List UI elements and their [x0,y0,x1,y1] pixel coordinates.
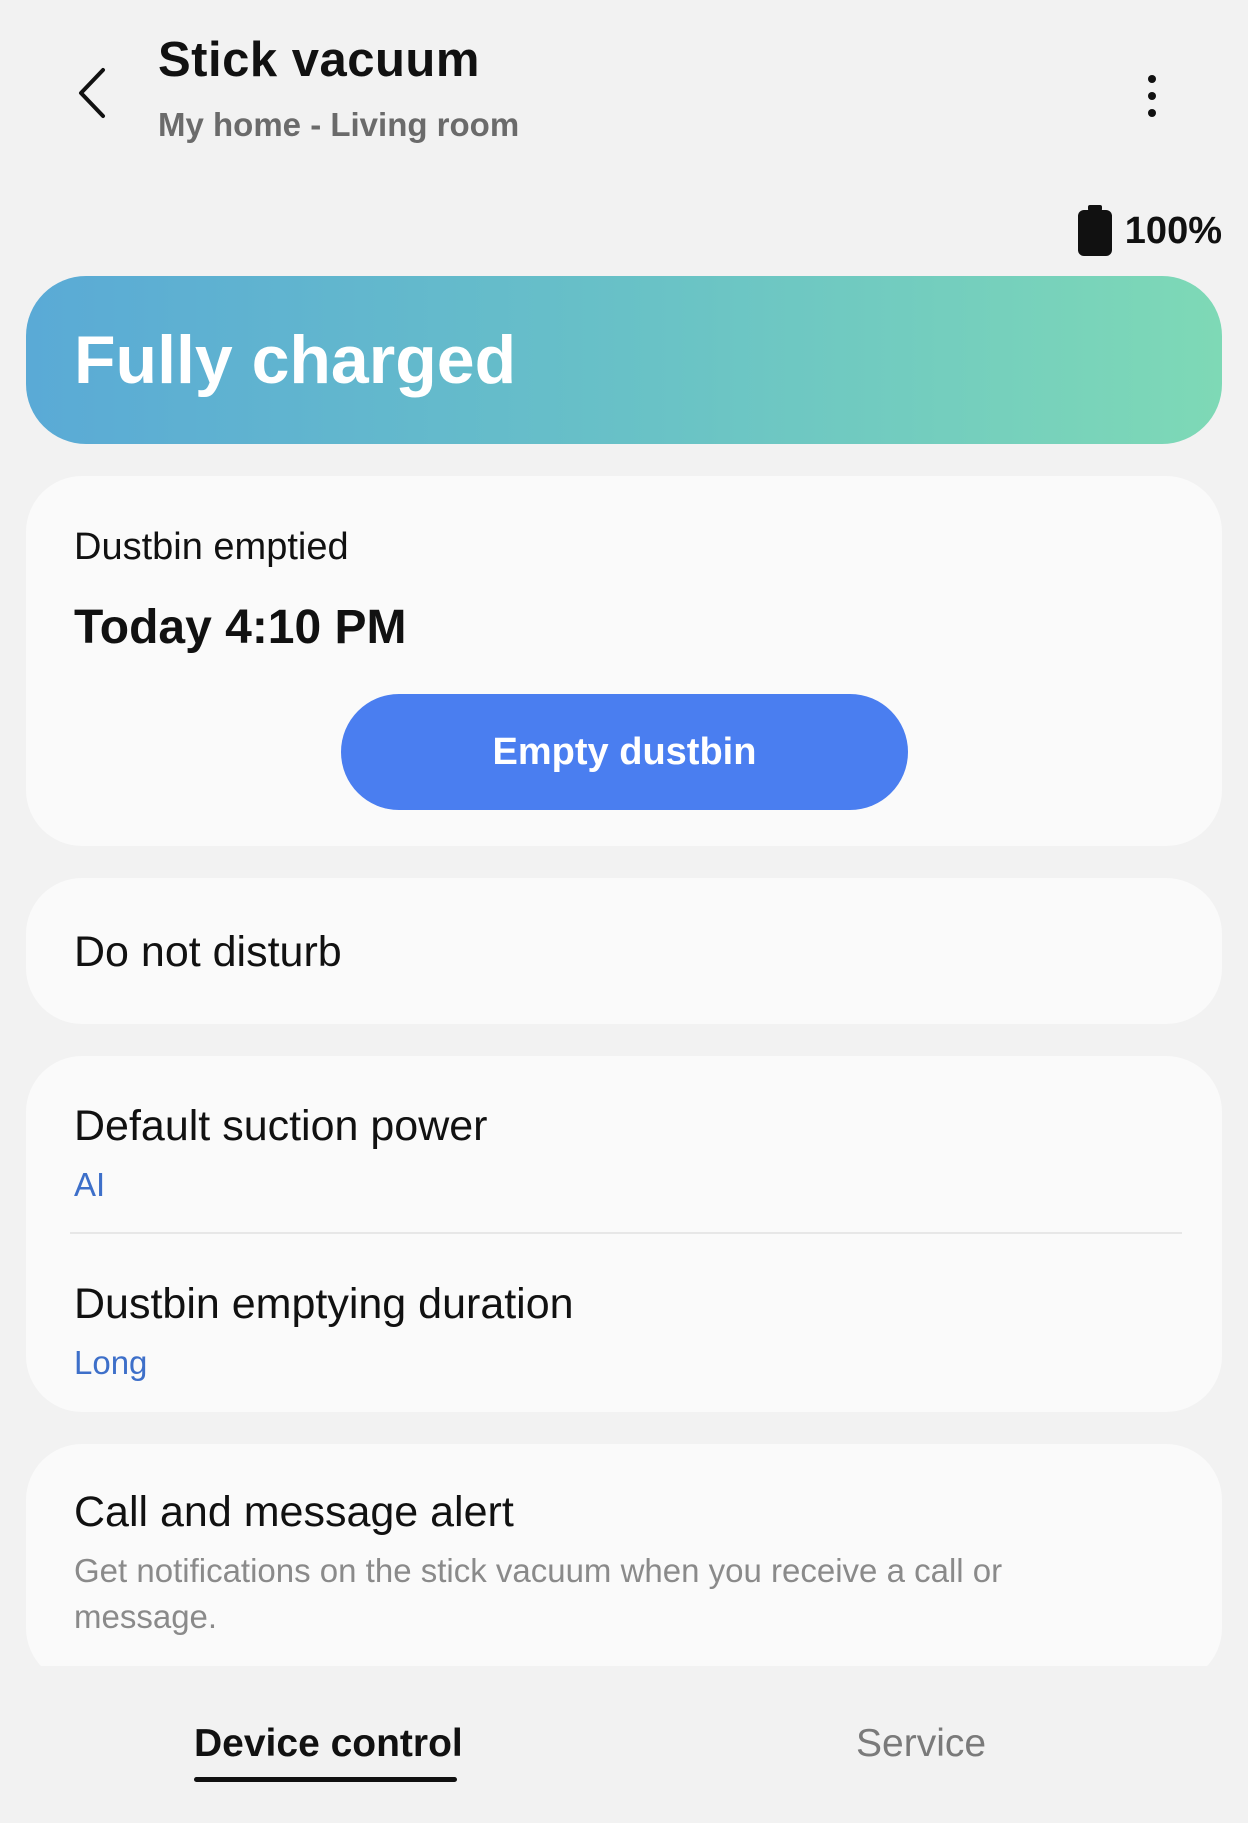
back-button[interactable] [62,58,122,128]
do-not-disturb-label: Do not disturb [74,928,342,976]
device-control-screen: Stick vacuum My home - Living room 100% … [0,0,1248,1823]
active-tab-indicator [194,1777,457,1782]
app-header: Stick vacuum My home - Living room [0,0,1248,180]
dustbin-status-label: Dustbin emptied [74,526,349,568]
more-options-button[interactable] [1130,66,1174,126]
location-subtitle: My home - Living room [158,106,520,143]
page-title: Stick vacuum [158,33,480,87]
do-not-disturb-card[interactable]: Do not disturb [26,878,1222,1024]
suction-power-label: Default suction power [74,1102,488,1150]
call-message-alert-description: Get notifications on the stick vacuum wh… [74,1552,1003,1635]
settings-card: Default suction power AI Dustbin emptyin… [26,1056,1222,1412]
battery-indicator: 100% [1077,205,1222,257]
charging-status-text: Fully charged [74,322,517,398]
battery-level: 100% [1124,209,1222,252]
dustbin-card: Dustbin emptied Today 4:10 PM Empty dust… [26,476,1222,846]
emptying-duration-row[interactable]: Dustbin emptying duration Long [26,1234,1222,1412]
emptying-duration-label: Dustbin emptying duration [74,1280,574,1328]
bottom-tab-bar: Device control Service [0,1666,1248,1823]
empty-dustbin-button[interactable]: Empty dustbin [341,694,908,810]
suction-power-row[interactable]: Default suction power AI [26,1056,1222,1234]
call-message-alert-card[interactable]: Call and message alert Get notifications… [26,1444,1222,1684]
battery-full-icon [1077,205,1112,256]
tab-service[interactable]: Service [856,1722,986,1766]
chevron-left-icon [79,68,105,118]
call-message-alert-label: Call and message alert [74,1488,514,1536]
tab-device-control[interactable]: Device control [194,1722,463,1766]
more-vertical-icon [1148,75,1156,83]
suction-power-value: AI [74,1166,106,1203]
dustbin-emptied-time: Today 4:10 PM [74,601,407,654]
charging-status-banner: Fully charged [26,276,1222,444]
emptying-duration-value: Long [74,1344,148,1381]
